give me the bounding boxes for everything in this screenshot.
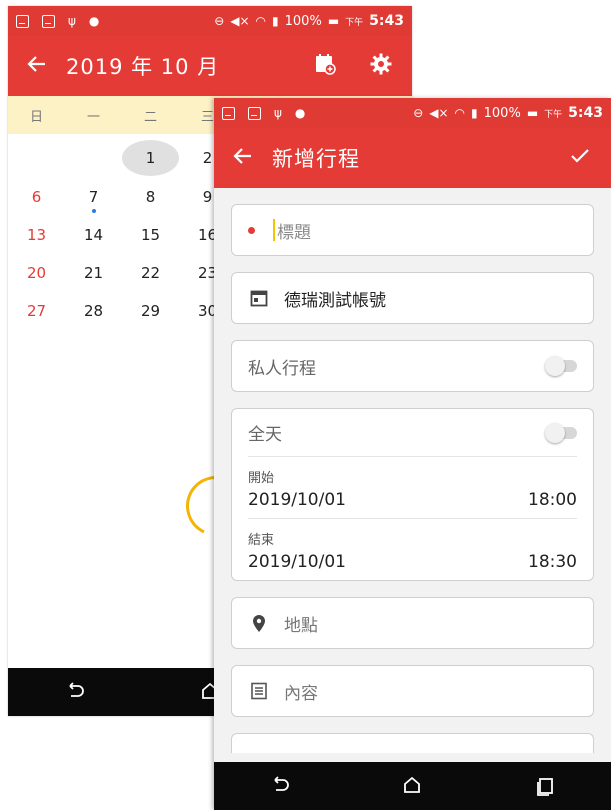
mute-icon: ◀× [429, 106, 449, 120]
home-nav-icon[interactable] [397, 771, 427, 801]
day-cell-selected[interactable]: 1 [122, 140, 179, 176]
next-field-partial [231, 733, 594, 753]
gear-icon[interactable] [370, 53, 392, 79]
day-cell[interactable]: 15 [122, 226, 179, 244]
title-placeholder: 標題 [277, 222, 311, 243]
calendar-account-field[interactable]: 德瑞測試帳號 [231, 272, 594, 324]
private-toggle[interactable] [545, 356, 577, 376]
day-cell[interactable]: 8 [122, 188, 179, 206]
notification-icon [222, 106, 235, 120]
month-title: 2019 年 10 月 [66, 55, 220, 79]
usb-icon: ψ [68, 14, 76, 28]
day-cell[interactable]: 13 [8, 226, 65, 244]
android-icon: ● [294, 106, 306, 120]
weekday-label: 日 [29, 109, 43, 125]
day-cell[interactable]: 7 [65, 188, 122, 213]
day-cell[interactable]: 21 [65, 264, 122, 282]
status-bar: ψ ● ⊖ ◀× ◠ ▮ 100% ▬ 下午 5:43 [8, 6, 412, 36]
start-time-block[interactable]: 開始 2019/10/01 18:00 [248, 457, 577, 518]
start-time[interactable]: 18:00 [528, 490, 577, 510]
event-dot [91, 209, 96, 213]
private-event-row: 私人行程 [231, 340, 594, 392]
time-card: 全天 開始 2019/10/01 18:00 結束 2019/10/01 18:… [231, 408, 594, 581]
back-arrow-icon[interactable] [8, 52, 66, 80]
calendar-icon [248, 287, 270, 309]
calendar-account-label: 德瑞測試帳號 [284, 290, 386, 311]
day-cell[interactable]: 22 [122, 264, 179, 282]
time-prefix: 下午 [345, 17, 364, 28]
color-dot-icon[interactable] [248, 226, 255, 234]
all-day-row: 全天 [248, 409, 577, 457]
calendar-appbar: 2019 年 10 月 [8, 36, 412, 96]
android-icon: ● [88, 14, 100, 28]
time-prefix: 下午 [544, 109, 563, 120]
page-title: 新增行程 [272, 147, 360, 171]
battery-percent: 100% [284, 13, 322, 29]
title-field[interactable]: 標題 [231, 204, 594, 256]
day-cell[interactable]: 27 [8, 302, 65, 320]
end-time[interactable]: 18:30 [528, 552, 577, 572]
dnd-icon: ⊖ [413, 106, 424, 120]
end-label: 結束 [248, 533, 275, 548]
start-date[interactable]: 2019/10/01 [248, 490, 346, 510]
all-day-toggle[interactable] [545, 422, 577, 443]
text-cursor [273, 219, 275, 241]
back-nav-icon[interactable] [60, 677, 90, 707]
location-field[interactable]: 地點 [231, 597, 594, 649]
location-placeholder: 地點 [284, 615, 318, 636]
weekday-label: 一 [86, 109, 100, 125]
day-cell[interactable]: 6 [8, 188, 65, 206]
navigation-bar [214, 762, 611, 810]
usb-icon: ψ [274, 106, 282, 120]
clock: 5:43 [568, 105, 603, 121]
new-event-screen: ψ ● ⊖ ◀× ◠ ▮ 100% ▬ 下午 5:43 新增行程 標題 德瑞測試… [214, 98, 611, 810]
event-form: 標題 德瑞測試帳號 私人行程 全天 開始 2019/10/01 18:00 結束… [214, 204, 611, 753]
new-event-appbar: 新增行程 [214, 128, 611, 188]
weekday-label: 二 [143, 109, 157, 125]
add-calendar-icon[interactable] [314, 53, 336, 79]
signal-icon: ▮ [272, 14, 279, 28]
mute-icon: ◀× [230, 14, 250, 28]
all-day-label: 全天 [248, 425, 282, 445]
end-date[interactable]: 2019/10/01 [248, 552, 346, 572]
signal-icon: ▮ [471, 106, 478, 120]
clock: 5:43 [369, 13, 404, 29]
content-field[interactable]: 內容 [231, 665, 594, 717]
end-time-block[interactable]: 結束 2019/10/01 18:30 [248, 518, 577, 580]
day-cell[interactable]: 28 [65, 302, 122, 320]
wifi-icon: ◠ [255, 14, 267, 28]
day-cell[interactable]: 29 [122, 302, 179, 320]
note-icon [248, 680, 270, 702]
day-cell[interactable]: 14 [65, 226, 122, 244]
location-pin-icon [248, 612, 270, 634]
back-nav-icon[interactable] [265, 771, 295, 801]
check-icon[interactable] [569, 145, 591, 171]
day-number: 7 [88, 188, 99, 206]
notification-icon [16, 14, 29, 28]
battery-icon: ▬ [327, 14, 340, 28]
notification-icon [42, 14, 55, 28]
dnd-icon: ⊖ [214, 14, 225, 28]
private-label: 私人行程 [248, 358, 316, 379]
start-label: 開始 [248, 471, 275, 486]
wifi-icon: ◠ [454, 106, 466, 120]
back-arrow-icon[interactable] [214, 144, 272, 172]
status-bar: ψ ● ⊖ ◀× ◠ ▮ 100% ▬ 下午 5:43 [214, 98, 611, 128]
day-cell[interactable]: 20 [8, 264, 65, 282]
battery-icon: ▬ [526, 106, 539, 120]
content-placeholder: 內容 [284, 683, 318, 704]
battery-percent: 100% [483, 105, 521, 121]
recents-nav-icon[interactable] [530, 771, 560, 801]
notification-icon [248, 106, 261, 120]
